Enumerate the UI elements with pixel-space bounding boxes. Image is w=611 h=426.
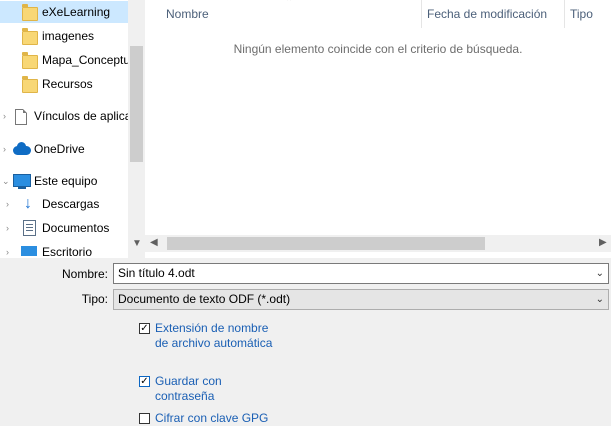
- chevron-right-icon[interactable]: ›: [6, 224, 9, 233]
- download-icon: ↓: [24, 195, 32, 212]
- scroll-left-arrow-icon[interactable]: ◀: [150, 237, 158, 248]
- gpg-encrypt-label: Cifrar con clave GPG: [155, 411, 269, 425]
- save-with-password-checkbox[interactable]: ✓: [139, 376, 150, 387]
- folder-icon: [22, 4, 38, 21]
- cloud-icon: [13, 142, 31, 155]
- nav-item-descargas[interactable]: › ↓ Descargas: [0, 193, 128, 215]
- navigation-pane[interactable]: eXeLearning imagenes Mapa_Conceptu Recur…: [0, 0, 145, 258]
- nav-item-label: Documentos: [42, 221, 110, 235]
- nav-item-documentos[interactable]: › Documentos: [0, 217, 128, 239]
- file-name-label: Nombre:: [61, 267, 108, 281]
- column-header-modified[interactable]: Fecha de modificación: [421, 0, 565, 28]
- chevron-down-icon[interactable]: ⌄: [2, 177, 10, 186]
- file-list-horizontal-scrollbar[interactable]: ◀ ▶: [145, 235, 611, 252]
- nav-item-exelearning[interactable]: eXeLearning: [0, 1, 128, 23]
- file-name-value: Sin título 4.odt: [118, 266, 195, 280]
- nav-item-imagenes[interactable]: imagenes: [0, 25, 128, 47]
- empty-list-message: Ningún elemento coincide con el criterio…: [233, 42, 523, 56]
- column-header-type[interactable]: Tipo: [564, 0, 611, 28]
- document-icon: [15, 109, 27, 125]
- computer-icon: [13, 174, 31, 189]
- save-with-password-label-line2: contraseña: [155, 389, 215, 403]
- desktop-icon: [21, 246, 37, 256]
- scroll-right-arrow-icon[interactable]: ▶: [599, 237, 607, 248]
- nav-item-label: Vínculos de aplica: [34, 109, 132, 123]
- file-type-label: Tipo:: [81, 292, 108, 306]
- nav-item-label: Descargas: [42, 197, 100, 211]
- folder-icon: [22, 52, 38, 69]
- save-with-password-label-line1: Guardar con: [155, 374, 222, 388]
- scroll-down-arrow-icon[interactable]: ▼: [132, 238, 142, 249]
- file-name-field[interactable]: Sin título 4.odt ⌄: [113, 263, 609, 284]
- nav-item-onedrive[interactable]: › OneDrive: [0, 138, 128, 160]
- chevron-down-icon[interactable]: ⌄: [596, 264, 604, 283]
- auto-extension-label-line1: Extensión de nombre: [155, 321, 269, 335]
- scrollbar-thumb[interactable]: [130, 46, 143, 162]
- nav-item-mapa-conceptual[interactable]: Mapa_Conceptu: [0, 49, 131, 71]
- documents-icon: [23, 220, 36, 236]
- nav-item-vinculos[interactable]: › Vínculos de aplica: [0, 105, 132, 127]
- nav-item-label: OneDrive: [34, 142, 85, 156]
- file-type-value: Documento de texto ODF (*.odt): [118, 292, 291, 306]
- scrollbar-thumb[interactable]: [167, 237, 485, 250]
- nav-item-label: Mapa_Conceptu: [42, 53, 131, 67]
- nav-item-escritorio[interactable]: › Escritorio: [0, 241, 128, 258]
- chevron-down-icon[interactable]: ⌄: [596, 290, 604, 309]
- nav-item-recursos[interactable]: Recursos: [0, 73, 128, 95]
- file-list[interactable]: ⌃ Nombre Fecha de modificación Tipo Ning…: [145, 0, 611, 258]
- nav-item-label: eXeLearning: [42, 5, 111, 19]
- chevron-right-icon[interactable]: ›: [3, 145, 6, 154]
- nav-item-label: Este equipo: [34, 174, 98, 188]
- chevron-right-icon[interactable]: ›: [6, 200, 9, 209]
- folder-icon: [22, 28, 38, 45]
- folder-icon: [22, 76, 38, 93]
- chevron-right-icon[interactable]: ›: [3, 112, 6, 121]
- chevron-right-icon[interactable]: ›: [6, 248, 9, 257]
- file-type-select[interactable]: Documento de texto ODF (*.odt) ⌄: [113, 289, 609, 310]
- auto-extension-label-line2: de archivo automática: [155, 336, 273, 350]
- gpg-encrypt-checkbox[interactable]: [139, 413, 150, 424]
- nav-item-label: Escritorio: [42, 245, 93, 258]
- navigation-scrollbar[interactable]: ▼: [128, 0, 145, 258]
- column-header-name[interactable]: Nombre: [160, 0, 422, 28]
- file-browser-pane: eXeLearning imagenes Mapa_Conceptu Recur…: [0, 0, 611, 258]
- nav-item-este-equipo[interactable]: ⌄ Este equipo: [0, 170, 128, 192]
- nav-item-label: imagenes: [42, 29, 95, 43]
- nav-item-label: Recursos: [42, 77, 93, 91]
- auto-extension-checkbox[interactable]: ✓: [139, 323, 150, 334]
